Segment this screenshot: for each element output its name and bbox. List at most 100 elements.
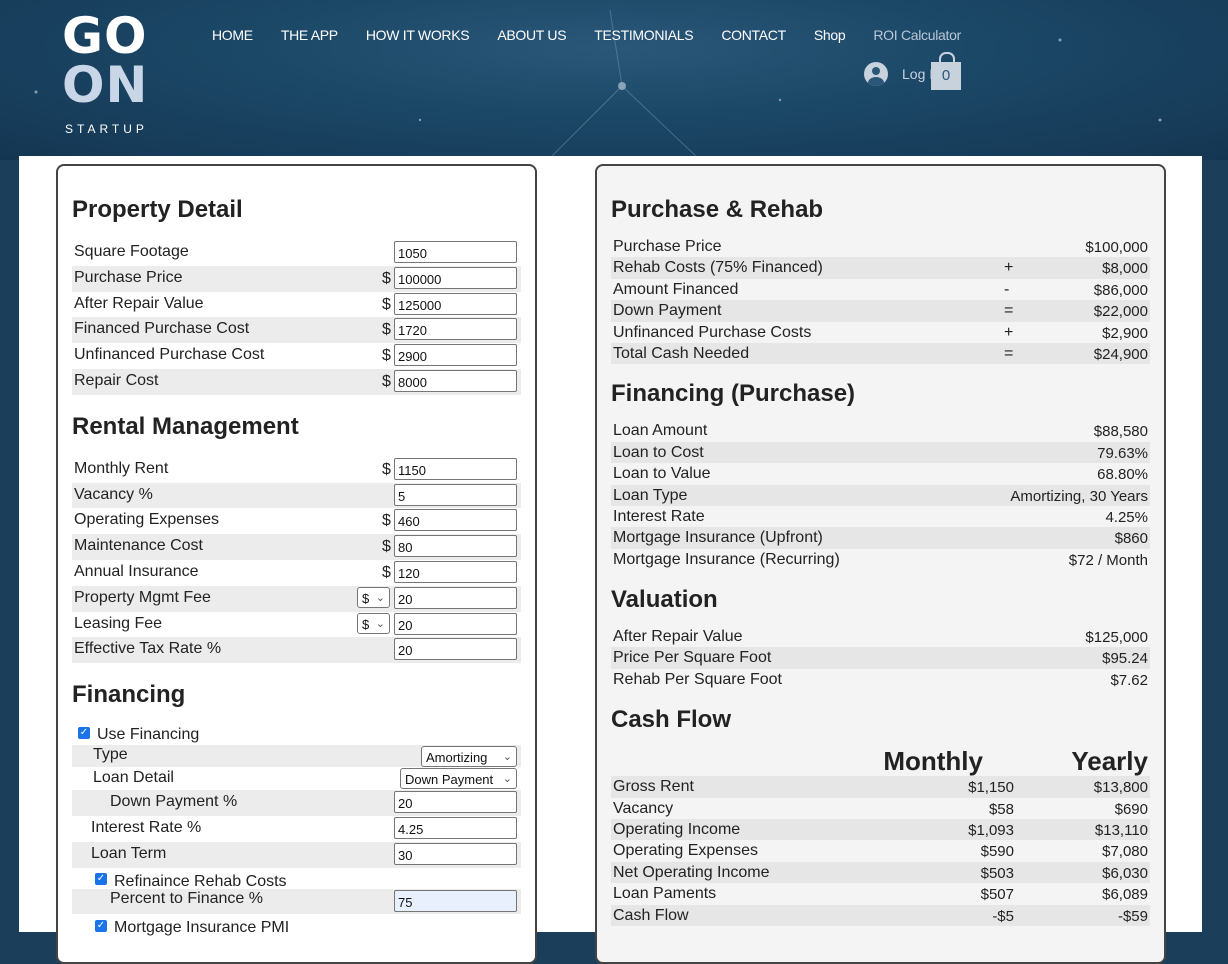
financed-purchase-cost-input[interactable]: 1720 bbox=[394, 318, 517, 341]
percent-to-finance-input[interactable]: 75 bbox=[394, 889, 517, 912]
property-mgmt-fee-unit-select[interactable]: $ ⌄ bbox=[357, 586, 390, 608]
result-label: Unfinanced Purchase Costs bbox=[613, 323, 812, 341]
result-label: After Repair Value bbox=[613, 628, 743, 646]
result-label: Down Payment bbox=[613, 302, 722, 320]
loan-type-select[interactable]: Amortizing ⌄ bbox=[421, 746, 517, 768]
operator-symbol: - bbox=[1004, 280, 1010, 298]
result-value: $86,000 bbox=[1093, 281, 1148, 299]
input-row-square-footage: Square Footage 1050 bbox=[72, 240, 521, 266]
valuation-title: Valuation bbox=[611, 586, 718, 614]
square-footage-input[interactable]: 1050 bbox=[394, 241, 517, 263]
input-label: Loan Detail bbox=[93, 769, 174, 787]
purchase-price-input[interactable]: 100000 bbox=[394, 266, 517, 289]
result-label: Total Cash Needed bbox=[613, 344, 750, 362]
result-row-loan-amount: Loan Amount $88,580 bbox=[611, 420, 1150, 441]
loan-detail-select[interactable]: Down Payment ⌄ bbox=[400, 768, 517, 790]
result-value: $125,000 bbox=[1085, 629, 1148, 647]
input-label: Percent to Finance % bbox=[110, 889, 263, 907]
input-row-annual-insurance: Annual Insurance $ 120 bbox=[72, 560, 521, 586]
results-panel: Purchase & Rehab Purchase Price $100,000… bbox=[595, 164, 1166, 964]
input-label: Vacancy % bbox=[74, 485, 153, 503]
checkmark-icon: ✓ bbox=[95, 873, 107, 886]
nav-roi-calculator[interactable]: ROI Calculator bbox=[873, 27, 961, 43]
monthly-value: $1,150 bbox=[968, 779, 1014, 797]
maintenance-cost-input[interactable]: 80 bbox=[394, 535, 517, 558]
nav-testimonials[interactable]: TESTIMONIALS bbox=[594, 27, 693, 43]
input-label: Square Footage bbox=[74, 243, 189, 260]
inputs-panel: Property Detail Square Footage 1050 Purc… bbox=[56, 164, 537, 964]
logo-text-go: GO bbox=[62, 7, 148, 65]
input-row-purchase-price: Purchase Price $ 100000 bbox=[72, 265, 521, 292]
annual-insurance-input[interactable]: 120 bbox=[394, 560, 517, 583]
input-row-percent-to-finance: Percent to Finance % 75 bbox=[72, 888, 521, 915]
use-financing-checkbox[interactable]: ✓ Use Financing bbox=[78, 726, 199, 744]
input-label: Monthly Rent bbox=[74, 459, 169, 477]
cash-flow-row-vacancy: Vacancy $58 $690 bbox=[611, 798, 1150, 819]
nav-shop[interactable]: Shop bbox=[814, 27, 846, 43]
currency-symbol: $ bbox=[382, 295, 391, 313]
input-label: Loan Term bbox=[91, 844, 167, 862]
input-row-unfinanced-purchase-cost: Unfinanced Purchase Cost $ 2900 bbox=[72, 343, 521, 369]
result-value: $8,000 bbox=[1102, 260, 1148, 278]
nav-how-it-works[interactable]: HOW IT WORKS bbox=[366, 27, 470, 43]
login-button[interactable]: Log I bbox=[864, 62, 933, 86]
operator-symbol: + bbox=[1004, 323, 1014, 341]
chevron-down-icon: ⌄ bbox=[375, 591, 385, 604]
interest-rate-input[interactable]: 4.25 bbox=[394, 816, 517, 839]
checkbox-label: Use Financing bbox=[97, 726, 200, 744]
down-payment-input[interactable]: 20 bbox=[394, 791, 517, 814]
select-value: $ bbox=[362, 616, 370, 632]
input-label: Type bbox=[93, 746, 128, 764]
result-value: $7.62 bbox=[1110, 671, 1148, 689]
result-label: Interest Rate bbox=[613, 507, 705, 525]
cash-flow-row-operating-expenses: Operating Expenses $590 $7,080 bbox=[611, 840, 1150, 861]
nav-home[interactable]: HOME bbox=[212, 27, 253, 43]
input-row-loan-detail: Loan Detail Down Payment ⌄ bbox=[72, 767, 521, 790]
result-row-interest-rate: Interest Rate 4.25% bbox=[611, 506, 1150, 527]
result-label: Mortgage Insurance (Upfront) bbox=[613, 529, 823, 547]
input-row-property-mgmt-fee: Property Mgmt Fee $ ⌄ 20 bbox=[72, 585, 521, 612]
nav-contact[interactable]: CONTACT bbox=[721, 27, 786, 43]
after-repair-value-input[interactable]: 125000 bbox=[394, 292, 517, 315]
monthly-value: $58 bbox=[988, 800, 1014, 818]
property-mgmt-fee-input[interactable]: 20 bbox=[394, 586, 517, 609]
yearly-value: -$59 bbox=[1117, 907, 1148, 925]
operating-expenses-input[interactable]: 460 bbox=[394, 509, 517, 532]
result-value: $100,000 bbox=[1085, 239, 1148, 256]
input-label: After Repair Value bbox=[74, 294, 204, 312]
unfinanced-purchase-cost-input[interactable]: 2900 bbox=[394, 344, 517, 367]
input-row-monthly-rent: Monthly Rent $ 1150 bbox=[72, 457, 521, 483]
result-value: $88,580 bbox=[1093, 423, 1148, 441]
result-label: Price Per Square Foot bbox=[613, 649, 772, 667]
mortgage-insurance-checkbox[interactable]: ✓ Mortgage Insurance PMI bbox=[95, 919, 289, 937]
repair-cost-input[interactable]: 8000 bbox=[394, 369, 517, 392]
loan-term-input[interactable]: 30 bbox=[394, 842, 517, 865]
result-label: Cash Flow bbox=[613, 906, 689, 924]
monthly-rent-input[interactable]: 1150 bbox=[394, 457, 517, 480]
operator-symbol: = bbox=[1004, 344, 1014, 362]
result-row-total-cash-needed: Total Cash Needed = $24,900 bbox=[611, 342, 1150, 365]
input-label: Repair Cost bbox=[74, 371, 159, 389]
select-value: $ bbox=[362, 590, 370, 606]
currency-symbol: $ bbox=[382, 347, 391, 365]
mortgage-insurance-row: ✓ Mortgage Insurance PMI bbox=[72, 914, 521, 940]
cart-button[interactable]: 0 bbox=[931, 52, 961, 90]
input-row-operating-expenses: Operating Expenses $ 460 bbox=[72, 508, 521, 534]
cash-flow-row-loan-payments: Loan Paments $507 $6,089 bbox=[611, 883, 1150, 904]
yearly-value: $13,800 bbox=[1093, 779, 1148, 797]
nav-the-app[interactable]: THE APP bbox=[281, 27, 338, 43]
vacancy-input[interactable]: 5 bbox=[394, 483, 517, 506]
leasing-fee-input[interactable]: 20 bbox=[394, 612, 517, 635]
select-value: Amortizing bbox=[426, 750, 488, 766]
result-row-down-payment: Down Payment = $22,000 bbox=[611, 300, 1150, 322]
result-row-loan-to-cost: Loan to Cost 79.63% bbox=[611, 441, 1150, 464]
nav-about-us[interactable]: ABOUT US bbox=[497, 27, 566, 43]
cash-flow-column-headers: Monthly Yearly bbox=[611, 746, 1150, 776]
result-label: Loan Paments bbox=[613, 885, 717, 903]
cash-flow-row-gross-rent: Gross Rent $1,150 $13,800 bbox=[611, 776, 1150, 798]
leasing-fee-unit-select[interactable]: $ ⌄ bbox=[357, 612, 390, 634]
go-on-startup-logo[interactable]: GO ON STARTUP bbox=[62, 7, 148, 136]
cash-flow-title: Cash Flow bbox=[611, 706, 732, 734]
effective-tax-rate-input[interactable]: 20 bbox=[394, 638, 517, 661]
result-label: Net Operating Income bbox=[613, 863, 770, 881]
